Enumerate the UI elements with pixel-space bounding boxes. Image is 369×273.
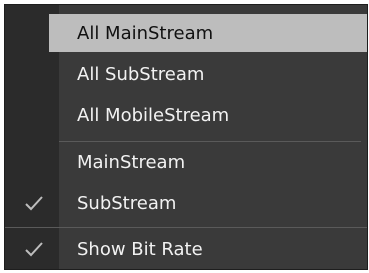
menu-item-all-mobilestream[interactable]: All MobileStream: [59, 96, 367, 134]
menu-separator: [5, 227, 367, 228]
menu-item-substream[interactable]: SubStream: [25, 184, 367, 222]
menu-item-label: All MobileStream: [77, 104, 230, 126]
menu-item-all-substream[interactable]: All SubStream: [59, 55, 367, 93]
context-menu: All MainStream All SubStream All MobileS…: [4, 4, 368, 270]
menu-item-show-bit-rate[interactable]: Show Bit Rate: [25, 230, 367, 268]
menu-separator: [59, 141, 361, 142]
checkmark-icon: [21, 230, 47, 268]
menu-item-label: All SubStream: [77, 63, 205, 85]
menu-item-all-mainstream[interactable]: All MainStream: [49, 14, 367, 52]
menu-item-label: Show Bit Rate: [77, 238, 203, 260]
menu-item-mainstream[interactable]: MainStream: [59, 143, 367, 181]
menu-item-label: SubStream: [77, 192, 177, 214]
checkmark-icon: [21, 184, 47, 222]
menu-item-label: MainStream: [77, 151, 186, 173]
menu-item-label: All MainStream: [77, 22, 214, 44]
